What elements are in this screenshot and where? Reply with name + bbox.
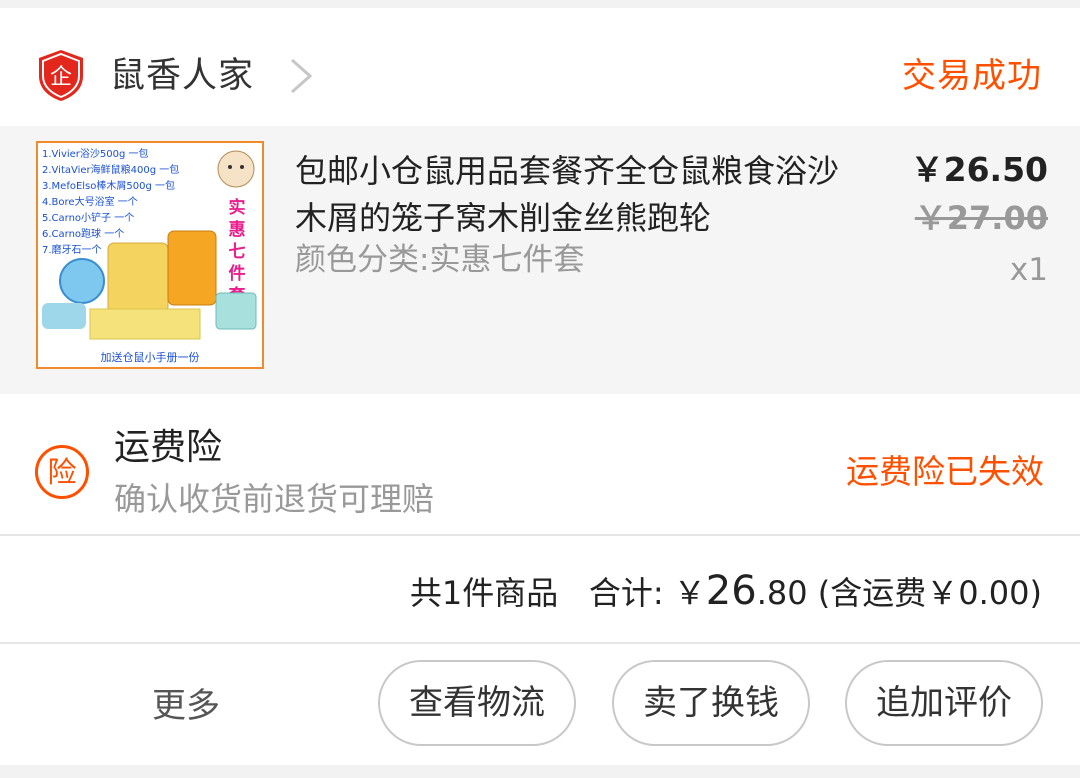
shop-header[interactable]: 企 鼠香人家 交易成功 bbox=[0, 8, 1080, 126]
thumb-list-item: 6.Carno跑球 一个 bbox=[42, 227, 124, 240]
shipping-insurance[interactable]: 险 运费险 确认收货前退货可理赔 运费险已失效 bbox=[0, 394, 1080, 534]
product-price: ￥26.50 bbox=[910, 150, 1048, 189]
total-label: 合计: bbox=[588, 574, 664, 612]
product-thumbnail[interactable]: 1.Vivier浴沙500g 一包 2.VitaVier海鲜鼠粮400g 一包 … bbox=[36, 141, 264, 369]
total-currency: ￥ bbox=[673, 574, 706, 612]
svg-text:件: 件 bbox=[229, 263, 246, 284]
insurance-status: 运费险已失效 bbox=[846, 452, 1044, 491]
hamster-logo-icon bbox=[217, 150, 255, 188]
shovel-icon bbox=[215, 292, 257, 330]
thumb-list-item: 2.VitaVier海鲜鼠粮400g 一包 bbox=[42, 163, 179, 176]
insurance-title: 运费险 bbox=[114, 427, 223, 468]
thumb-list-item: 5.Carno小铲子 一个 bbox=[42, 212, 134, 224]
view-logistics-button[interactable]: 查看物流 bbox=[378, 660, 576, 746]
vitavier-bag-icon bbox=[167, 230, 217, 306]
bath-house-icon bbox=[42, 303, 86, 329]
total-decimal: .80 bbox=[756, 574, 808, 612]
top-gap bbox=[0, 0, 1080, 8]
svg-text:惠: 惠 bbox=[229, 219, 246, 240]
bottom-gap bbox=[0, 765, 1080, 778]
exercise-ball-icon bbox=[59, 258, 105, 304]
thumb-list-item: 7.磨牙石一个 bbox=[42, 244, 102, 256]
svg-text:实: 实 bbox=[229, 197, 246, 218]
add-review-button[interactable]: 追加评价 bbox=[845, 660, 1043, 746]
resell-button[interactable]: 卖了换钱 bbox=[612, 660, 810, 746]
order-actions: 更多 查看物流 卖了换钱 追加评价 bbox=[0, 644, 1080, 765]
thumb-list-item: 4.Bore大号浴室 一个 bbox=[42, 195, 138, 208]
product-quantity: x1 bbox=[1009, 252, 1048, 288]
original-price: ￥27.00 bbox=[914, 199, 1048, 237]
wood-block-icon bbox=[89, 308, 201, 340]
food-bag-icon bbox=[107, 242, 169, 314]
order-item[interactable]: 1.Vivier浴沙500g 一包 2.VitaVier海鲜鼠粮400g 一包 … bbox=[0, 126, 1080, 394]
thumb-list-item: 1.Vivier浴沙500g 一包 bbox=[42, 147, 149, 160]
shop-badge-icon: 企 bbox=[39, 50, 83, 101]
svg-text:七: 七 bbox=[229, 242, 246, 262]
thumb-list-item: 3.MefoElso棒木屑500g 一包 bbox=[42, 179, 175, 192]
insurance-icon: 险 bbox=[35, 445, 89, 499]
total-integer: 26 bbox=[705, 568, 757, 614]
order-summary: 共1件商品 合计: ￥26.80 (含运费￥0.00) bbox=[0, 536, 1080, 642]
product-sku: 颜色分类:实惠七件套 bbox=[295, 242, 585, 278]
order-status: 交易成功 bbox=[902, 56, 1042, 96]
item-count: 共1件商品 bbox=[409, 574, 559, 612]
shipping-included: (含运费￥0.00) bbox=[817, 574, 1042, 612]
more-button[interactable]: 更多 bbox=[152, 682, 220, 730]
product-title[interactable]: 包邮小仓鼠用品套餐齐全仓鼠粮食浴沙木屑的笼子窝木削金丝熊跑轮 bbox=[295, 148, 855, 242]
product-image: 1.Vivier浴沙500g 一包 2.VitaVier海鲜鼠粮400g 一包 … bbox=[38, 143, 262, 367]
summary-line: 共1件商品 合计: ￥26.80 (含运费￥0.00) bbox=[410, 568, 1042, 616]
insurance-subtitle: 确认收货前退货可理赔 bbox=[114, 480, 435, 518]
thumb-footer: 加送仓鼠小手册一份 bbox=[101, 350, 200, 364]
chevron-right-icon bbox=[291, 58, 313, 94]
shop-name[interactable]: 鼠香人家 bbox=[110, 52, 254, 100]
shop-badge-glyph: 企 bbox=[50, 65, 72, 90]
